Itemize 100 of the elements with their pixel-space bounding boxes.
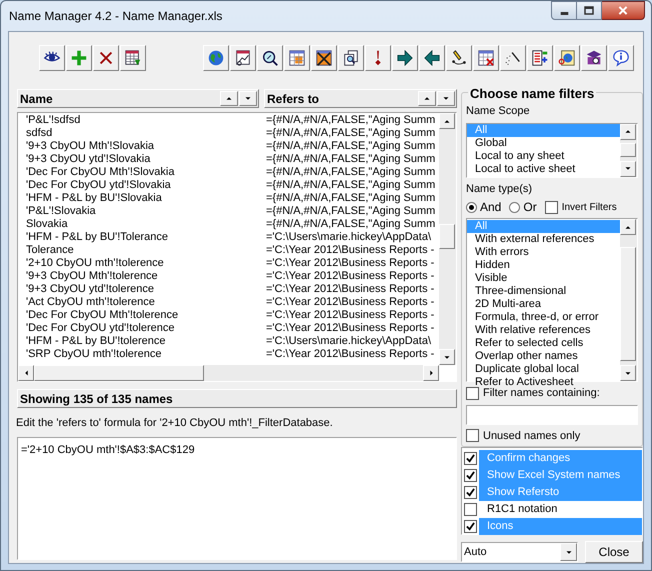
- scrollbar-thumb[interactable]: [34, 365, 204, 381]
- option-checkbox[interactable]: [464, 520, 477, 533]
- sort-down-button[interactable]: [437, 91, 455, 106]
- scope-option[interactable]: Global: [467, 136, 620, 150]
- scroll-left-button[interactable]: [18, 365, 34, 381]
- name-cell[interactable]: '9+3 CbyOU ytd'!Slovakia: [26, 153, 266, 166]
- refers-to-cell[interactable]: ={#N/A,#N/A,FALSE,"Aging Summ: [266, 153, 436, 166]
- option-checkbox[interactable]: [464, 469, 477, 482]
- refers-to-cell[interactable]: ='C:\Year 2012\Business Reports -: [266, 348, 434, 361]
- toolbar-button[interactable]: [120, 45, 146, 71]
- option-checkbox[interactable]: [464, 452, 477, 465]
- vertical-scrollbar[interactable]: [620, 124, 637, 176]
- sort-up-button[interactable]: [418, 91, 436, 106]
- scroll-up-button[interactable]: [620, 219, 636, 235]
- option-label[interactable]: R1C1 notation: [479, 501, 642, 518]
- type-option[interactable]: 2D Multi-area: [467, 298, 620, 311]
- name-cell[interactable]: 'Dec For CbyOU Mth'!Slovakia: [26, 166, 266, 179]
- radio-circle[interactable]: [466, 202, 477, 212]
- name-cell[interactable]: '9+3 CbyOU Mth'!Slovakia: [26, 140, 266, 153]
- mode-dropdown[interactable]: Auto: [461, 542, 578, 562]
- mode-radio[interactable]: Or: [509, 198, 537, 216]
- toolbar-button[interactable]: [257, 45, 283, 71]
- filter-checkbox[interactable]: [466, 386, 479, 400]
- column-header[interactable]: Refers to: [264, 89, 457, 108]
- name-cell[interactable]: 'HFM - P&L by BU'!tolerence: [26, 335, 266, 348]
- toolbar-button[interactable]: [419, 45, 445, 71]
- name-cell[interactable]: 'Dec For CbyOU Mth'!tolerence: [26, 309, 266, 322]
- type-option[interactable]: Duplicate global local: [467, 363, 620, 376]
- scope-option[interactable]: Local to active sheet: [467, 162, 620, 176]
- scroll-up-button[interactable]: [620, 124, 636, 140]
- type-option[interactable]: Overlap other names: [467, 350, 620, 363]
- refers-to-cell[interactable]: ='C:\Year 2012\Business Reports -: [266, 296, 434, 309]
- name-cell[interactable]: 'HFM - P&L by BU'!Slovakia: [26, 192, 266, 205]
- name-cell[interactable]: 'HFM - P&L by BU'!Tolerance: [26, 231, 266, 244]
- toolbar-button[interactable]: [473, 45, 499, 71]
- scrollbar-thumb[interactable]: [620, 247, 636, 361]
- refers-to-cell[interactable]: ={#N/A,#N/A,FALSE,"Aging Summ: [266, 192, 436, 205]
- maximize-button[interactable]: [577, 1, 602, 20]
- formula-field[interactable]: ='2+10 CbyOU mth'!$A$3:$AC$129: [17, 436, 457, 560]
- type-option[interactable]: With external references: [467, 233, 620, 246]
- type-option[interactable]: With errors: [467, 246, 620, 259]
- refers-to-cell[interactable]: ={#N/A,#N/A,FALSE,"Aging Summ: [266, 114, 436, 127]
- scrollbar-thumb[interactable]: [439, 224, 455, 249]
- refers-to-cell[interactable]: ='C:\Year 2012\Business Reports -: [266, 283, 434, 296]
- refers-to-cell[interactable]: ={#N/A,#N/A,FALSE,"Aging Summ: [266, 140, 436, 153]
- scrollbar-thumb[interactable]: [620, 142, 636, 156]
- toolbar-button[interactable]: [608, 45, 634, 71]
- refers-to-cell[interactable]: ={#N/A,#N/A,FALSE,"Aging Summ: [266, 127, 436, 140]
- name-cell[interactable]: '9+3 CbyOU Mth'!tolerence: [26, 270, 266, 283]
- toolbar-button[interactable]: [365, 45, 391, 71]
- type-option[interactable]: Refer to selected cells: [467, 337, 620, 350]
- refers-to-cell[interactable]: ={#N/A,#N/A,FALSE,"Aging Summ: [266, 179, 436, 192]
- refers-to-cell[interactable]: ={#N/A,#N/A,FALSE,"Aging Summ: [266, 218, 436, 231]
- type-option[interactable]: With relative references: [467, 324, 620, 337]
- name-cell[interactable]: Tolerance: [26, 244, 266, 257]
- type-option[interactable]: Refer to Activesheet: [467, 376, 620, 389]
- name-cell[interactable]: sdfsd: [26, 127, 266, 140]
- scroll-down-button[interactable]: [620, 365, 636, 381]
- filter-field[interactable]: [466, 404, 638, 424]
- column-header[interactable]: Name: [17, 89, 259, 108]
- scroll-down-button[interactable]: [439, 349, 455, 365]
- refers-to-cell[interactable]: ={#N/A,#N/A,FALSE,"Aging Summ: [266, 166, 436, 179]
- refers-to-cell[interactable]: ={#N/A,#N/A,FALSE,"Aging Summ: [266, 205, 436, 218]
- toolbar-button[interactable]: [446, 45, 472, 71]
- toolbar-button[interactable]: [284, 45, 310, 71]
- vertical-scrollbar[interactable]: [620, 219, 637, 381]
- refers-to-cell[interactable]: ='C:\Year 2012\Business Reports -: [266, 244, 434, 257]
- refers-to-cell[interactable]: ='C:\Users\marie.hickey\AppData\: [266, 231, 432, 244]
- scope-option[interactable]: Local to any sheet: [467, 150, 620, 162]
- name-cell[interactable]: 'Dec For CbyOU ytd'!tolerence: [26, 322, 266, 335]
- refers-to-cell[interactable]: ='C:\Year 2012\Business Reports -: [266, 322, 434, 335]
- unused-checkbox[interactable]: [466, 429, 479, 442]
- toolbar-button[interactable]: [93, 45, 119, 71]
- toolbar-button[interactable]: [230, 45, 256, 71]
- type-option[interactable]: Three-dimensional: [467, 285, 620, 298]
- toolbar-button[interactable]: [527, 45, 553, 71]
- horizontal-scrollbar[interactable]: [18, 365, 439, 381]
- scroll-up-button[interactable]: [439, 113, 455, 129]
- sort-up-button[interactable]: [220, 91, 238, 106]
- refers-to-cell[interactable]: ='C:\Year 2012\Business Reports -: [266, 257, 434, 270]
- toolbar-button[interactable]: [311, 45, 337, 71]
- mode-radio[interactable]: And: [466, 198, 502, 216]
- option-checkbox[interactable]: [464, 503, 477, 516]
- toolbar-button[interactable]: [39, 45, 65, 71]
- refers-to-cell[interactable]: ='C:\Year 2012\Business Reports -: [266, 270, 434, 283]
- vertical-scrollbar[interactable]: [439, 113, 456, 365]
- name-cell[interactable]: Slovakia: [26, 218, 266, 231]
- toolbar-button[interactable]: [392, 45, 418, 71]
- name-cell[interactable]: 'P&L'!sdfsd: [26, 114, 266, 127]
- toolbar-button[interactable]: [500, 45, 526, 71]
- refers-to-cell[interactable]: ='C:\Year 2012\Business Reports -: [266, 309, 434, 322]
- minimize-button[interactable]: [551, 1, 577, 20]
- scroll-down-button[interactable]: [620, 160, 636, 176]
- refers-to-cell[interactable]: ='C:\Users\marie.hickey\AppData\: [266, 335, 432, 348]
- name-cell[interactable]: 'Act CbyOU mth'!tolerence: [26, 296, 266, 309]
- name-cell[interactable]: 'Dec For CbyOU ytd'!Slovakia: [26, 179, 266, 192]
- invert-checkbox[interactable]: [544, 200, 558, 214]
- type-option[interactable]: Visible: [467, 272, 620, 285]
- sort-down-button[interactable]: [239, 91, 257, 106]
- type-option[interactable]: Hidden: [467, 259, 620, 272]
